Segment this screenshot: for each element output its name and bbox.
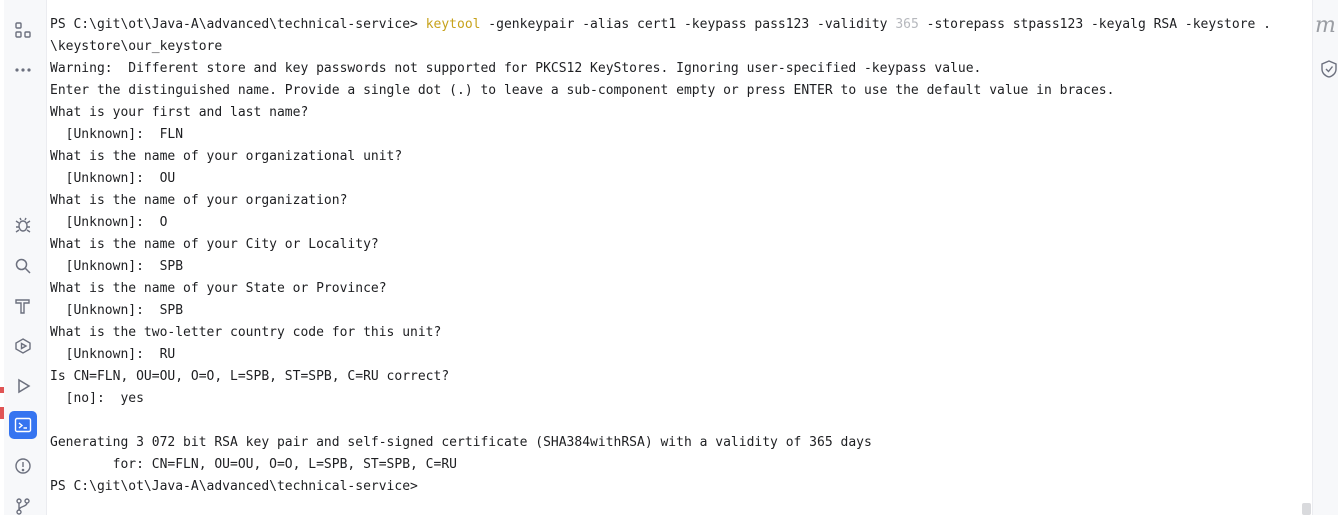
terminal-text: 365 xyxy=(895,17,919,32)
problems-icon[interactable] xyxy=(9,452,37,480)
vertical-scrollbar[interactable] xyxy=(1303,0,1312,515)
terminal-line: What is the name of your organization? xyxy=(50,190,1271,212)
terminal-text: -genkeypair -alias cert1 -keypass pass12… xyxy=(480,17,896,32)
more-icon[interactable] xyxy=(9,56,37,84)
edge-marker xyxy=(0,407,4,419)
terminal-line: PS C:\git\ot\Java-A\advanced\technical-s… xyxy=(50,476,1271,498)
terminal-line: What is the name of your City or Localit… xyxy=(50,234,1271,256)
debug-icon[interactable] xyxy=(9,211,37,239)
terminal-text: What is the name of your organizational … xyxy=(50,149,403,164)
search-icon[interactable] xyxy=(9,252,37,280)
terminal-line: [Unknown]: RU xyxy=(50,344,1271,366)
terminal-line: [Unknown]: FLN xyxy=(50,124,1271,146)
markdown-preview-icon[interactable]: m xyxy=(1315,14,1338,38)
run-icon[interactable] xyxy=(9,372,37,400)
terminal-text: [Unknown]: O xyxy=(50,215,168,230)
terminal-line: \keystore\our_keystore xyxy=(50,36,1271,58)
terminal-text: [Unknown]: RU xyxy=(50,347,176,362)
terminal-line: Is CN=FLN, OU=OU, O=O, L=SPB, ST=SPB, C=… xyxy=(50,366,1271,388)
git-icon[interactable] xyxy=(9,492,37,520)
terminal-text: [no]: yes xyxy=(50,391,144,406)
terminal-line: What is your first and last name? xyxy=(50,102,1271,124)
structure-icon[interactable] xyxy=(9,16,37,44)
terminal-line: for: CN=FLN, OU=OU, O=O, L=SPB, ST=SPB, … xyxy=(50,454,1271,476)
terminal-text: Enter the distinguished name. Provide a … xyxy=(50,83,1115,98)
command-keyword: keytool xyxy=(425,17,481,32)
terminal-line: What is the two-letter country code for … xyxy=(50,322,1271,344)
terminal-text: [Unknown]: OU xyxy=(50,171,176,186)
terminal-icon[interactable] xyxy=(9,411,37,439)
edge-marker xyxy=(0,387,4,393)
terminal-text: PS C:\git\ot\Java-A\advanced\technical-s… xyxy=(50,17,426,32)
terminal-line: [no]: yes xyxy=(50,388,1271,410)
terminal-line: What is the name of your organizational … xyxy=(50,146,1271,168)
terminal-line: [Unknown]: SPB xyxy=(50,300,1271,322)
services-icon[interactable] xyxy=(9,332,37,360)
terminal-text: What is the name of your State or Provin… xyxy=(50,281,387,296)
terminal-lines: PS C:\git\ot\Java-A\advanced\technical-s… xyxy=(50,14,1271,498)
terminal-text: What is your first and last name? xyxy=(50,105,309,120)
terminal-text: Generating 3 072 bit RSA key pair and se… xyxy=(50,435,872,450)
terminal-text: for: CN=FLN, OU=OU, O=O, L=SPB, ST=SPB, … xyxy=(50,457,457,472)
terminal-text: What is the two-letter country code for … xyxy=(50,325,442,340)
terminal-text: Warning: Different store and key passwor… xyxy=(50,61,982,76)
terminal-line: [Unknown]: OU xyxy=(50,168,1271,190)
terminal-line: What is the name of your State or Provin… xyxy=(50,278,1271,300)
terminal-line: PS C:\git\ot\Java-A\advanced\technical-s… xyxy=(50,14,1271,36)
terminal-line: Generating 3 072 bit RSA key pair and se… xyxy=(50,432,1271,454)
terminal-text: Is CN=FLN, OU=OU, O=O, L=SPB, ST=SPB, C=… xyxy=(50,369,450,384)
terminal-text: [Unknown]: FLN xyxy=(50,127,184,142)
terminal-line: Warning: Different store and key passwor… xyxy=(50,58,1271,80)
terminal-text: What is the name of your City or Localit… xyxy=(50,237,379,252)
terminal-text: PS C:\git\ot\Java-A\advanced\technical-s… xyxy=(50,479,418,494)
build-icon[interactable] xyxy=(9,292,37,320)
terminal-output[interactable]: PS C:\git\ot\Java-A\advanced\technical-s… xyxy=(47,0,1303,515)
terminal-text: -storepass stpass123 -keyalg RSA -keysto… xyxy=(918,17,1271,32)
terminal-line: [Unknown]: O xyxy=(50,212,1271,234)
notifications-shield-icon[interactable] xyxy=(1318,58,1338,80)
terminal-line: [Unknown]: SPB xyxy=(50,256,1271,278)
terminal-text: [Unknown]: SPB xyxy=(50,303,184,318)
terminal-text: [Unknown]: SPB xyxy=(50,259,184,274)
scrollbar-thumb[interactable] xyxy=(1302,503,1311,515)
terminal-text: What is the name of your organization? xyxy=(50,193,348,208)
terminal-text: \keystore\our_keystore xyxy=(50,39,223,54)
terminal-line: Enter the distinguished name. Provide a … xyxy=(50,80,1271,102)
editor-gutter-edge xyxy=(0,0,4,515)
